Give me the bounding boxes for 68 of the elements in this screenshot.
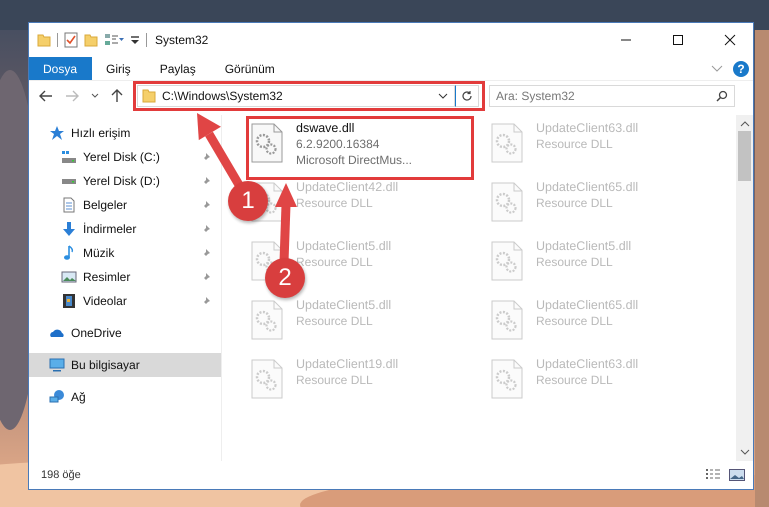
properties-icon[interactable] (104, 33, 124, 47)
file-detail: Resource DLL (296, 313, 374, 329)
gear-document-icon (250, 299, 284, 341)
file-detail: Resource DLL (536, 254, 614, 270)
gear-document-icon (490, 122, 524, 164)
file-detail: Resource DLL (296, 195, 374, 211)
sidebar-item[interactable]: Yerel Disk (D:) (29, 169, 221, 193)
sidebar-item[interactable]: Bu bilgisayar (29, 353, 221, 377)
sidebar-item[interactable]: Videolar (29, 289, 221, 313)
file-detail: Resource DLL (536, 313, 614, 329)
close-icon (724, 34, 736, 46)
star-icon (49, 125, 65, 141)
sidebar-item[interactable]: Müzik (29, 241, 221, 265)
folder-icon (142, 89, 156, 103)
file-detail: Resource DLL (536, 136, 614, 152)
file-detail: Microsoft DirectMus... (296, 152, 412, 168)
network-icon (49, 389, 65, 405)
up-icon[interactable] (111, 89, 123, 103)
ribbon-tab[interactable]: Paylaş (146, 57, 211, 80)
sidebar-item[interactable]: İndirmeler (29, 217, 221, 241)
sidebar-item[interactable]: Belgeler (29, 193, 221, 217)
gear-document-icon (250, 358, 284, 400)
gear-document-icon (490, 181, 524, 223)
window-title: System32 (155, 33, 208, 47)
sidebar-item[interactable]: Ağ (29, 385, 221, 409)
file-detail: Resource DLL (536, 372, 614, 388)
drive-icon (61, 149, 77, 165)
drive-icon (61, 178, 77, 184)
gear-document-icon (250, 122, 284, 164)
ribbon-tab[interactable]: Dosya (29, 57, 92, 80)
ribbon-tab[interactable]: Görünüm (210, 57, 290, 80)
document-icon (61, 197, 77, 213)
scroll-up-icon[interactable] (740, 121, 750, 127)
sidebar-item[interactable]: Yerel Disk (C:) (29, 145, 221, 169)
chevron-icon[interactable] (438, 93, 448, 99)
file-detail: Resource DLL (296, 254, 374, 270)
film-icon (61, 293, 77, 309)
refresh-button[interactable] (455, 85, 479, 107)
scrollbar-thumb[interactable] (738, 131, 751, 181)
file-detail: Resource DLL (296, 372, 374, 388)
search-icon[interactable] (716, 90, 728, 102)
download-icon (61, 221, 77, 237)
monitor-icon (49, 357, 65, 373)
file-name[interactable]: dswave.dll (296, 120, 412, 136)
sidebar-item[interactable]: OneDrive (29, 321, 221, 345)
gear-document-icon (490, 358, 524, 400)
details-view-icon[interactable] (705, 469, 721, 481)
item-count: 198 öğe (41, 469, 81, 481)
search-field[interactable]: Ara: System32 (489, 85, 735, 107)
chevron-icon[interactable] (91, 93, 99, 99)
checklist-icon[interactable] (64, 32, 78, 48)
sidebar-item[interactable]: Resimler (29, 265, 221, 289)
scrollbar[interactable] (736, 115, 753, 461)
help-button[interactable]: ? (733, 60, 749, 76)
address-field[interactable]: C:\Windows\System32 (137, 85, 455, 107)
back-icon[interactable] (39, 90, 53, 102)
ribbon-tab[interactable]: Giriş (92, 57, 146, 80)
image-icon (61, 269, 77, 285)
scroll-down-icon[interactable] (740, 449, 750, 455)
file-detail: 6.2.9200.16384 (296, 136, 380, 152)
gear-document-icon (490, 299, 524, 341)
gear-document-icon (490, 240, 524, 282)
file-detail: Resource DLL (536, 195, 614, 211)
dropdown-icon[interactable] (130, 34, 140, 46)
maximize-icon (672, 34, 684, 46)
sidebar-item[interactable]: Hızlı erişim (29, 121, 221, 145)
refresh-icon (461, 90, 473, 102)
thumbnail-view-icon[interactable] (729, 469, 745, 481)
